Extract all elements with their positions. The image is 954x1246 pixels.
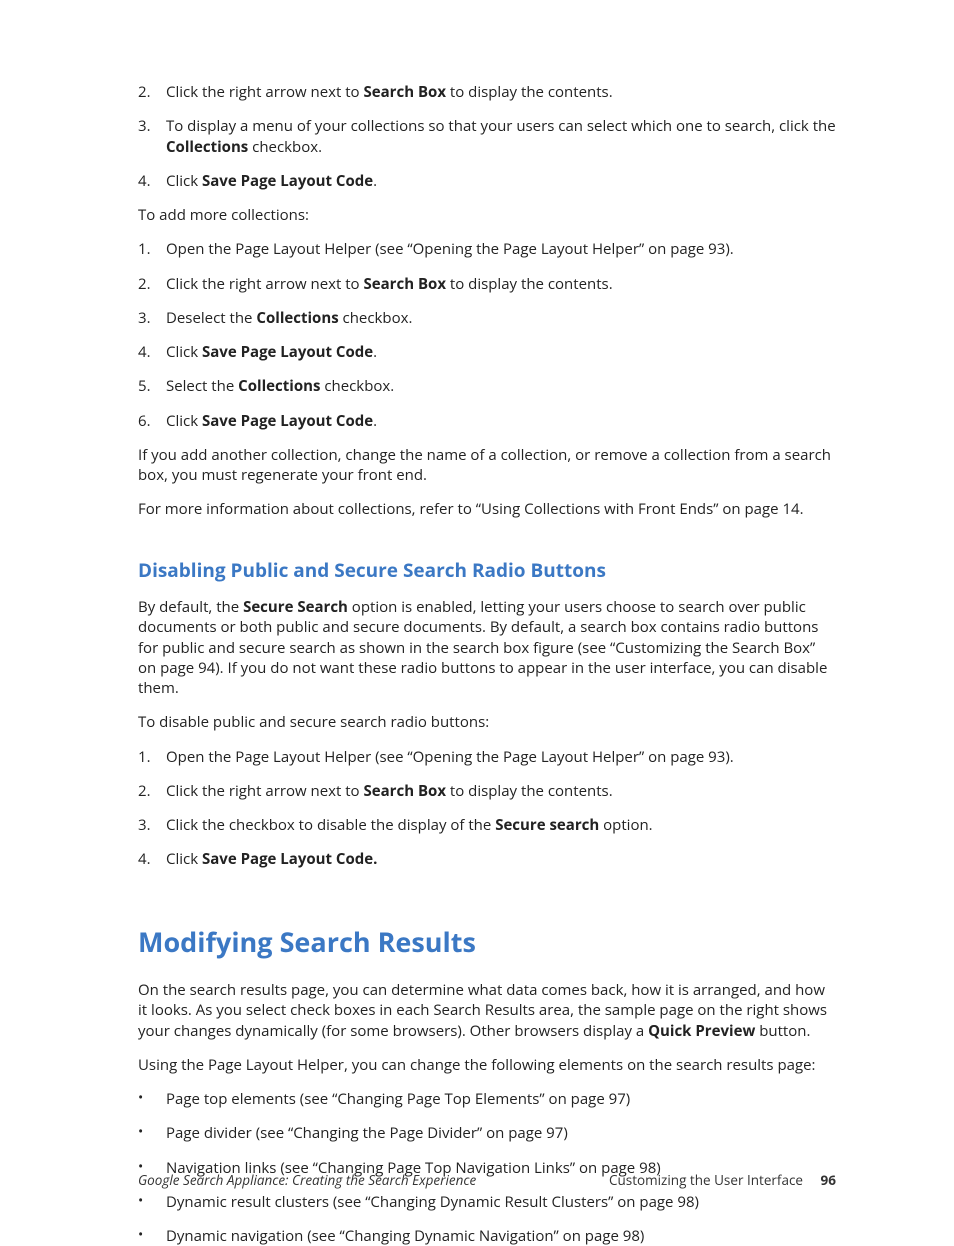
list-item: • Page divider (see “Changing the Page D… bbox=[138, 1123, 836, 1143]
list-item: 2. Click the right arrow next to Search … bbox=[138, 274, 836, 294]
list-number: 2. bbox=[138, 781, 166, 801]
paragraph: Using the Page Layout Helper, you can ch… bbox=[138, 1055, 836, 1075]
list-text: Click the right arrow next to Search Box… bbox=[166, 274, 836, 294]
list-item: 4. Click Save Page Layout Code. bbox=[138, 849, 836, 869]
paragraph: If you add another collection, change th… bbox=[138, 445, 836, 486]
list-item: 5. Select the Collections checkbox. bbox=[138, 376, 836, 396]
list-item: 3. Click the checkbox to disable the dis… bbox=[138, 815, 836, 835]
page-footer: Google Search Appliance: Creating the Se… bbox=[138, 1171, 836, 1189]
list-text: Select the Collections checkbox. bbox=[166, 376, 836, 396]
footer-doc-title: Google Search Appliance: Creating the Se… bbox=[138, 1171, 476, 1189]
list-text: Deselect the Collections checkbox. bbox=[166, 308, 836, 328]
list-text: Page top elements (see “Changing Page To… bbox=[166, 1089, 836, 1109]
list-text: Click the checkbox to disable the displa… bbox=[166, 815, 836, 835]
list-text: Page divider (see “Changing the Page Div… bbox=[166, 1123, 836, 1143]
paragraph: To disable public and secure search radi… bbox=[138, 712, 836, 732]
bullet-icon: • bbox=[138, 1089, 166, 1109]
list-number: 3. bbox=[138, 815, 166, 835]
list-item: 6. Click Save Page Layout Code. bbox=[138, 411, 836, 431]
list-text: Click Save Page Layout Code. bbox=[166, 342, 836, 362]
paragraph: For more information about collections, … bbox=[138, 499, 836, 519]
heading-modifying-search-results: Modifying Search Results bbox=[138, 924, 836, 960]
list-text: Dynamic navigation (see “Changing Dynami… bbox=[166, 1226, 836, 1246]
list-text: Click Save Page Layout Code. bbox=[166, 849, 836, 869]
list-text: Click Save Page Layout Code. bbox=[166, 411, 836, 431]
list-item: 2. Click the right arrow next to Search … bbox=[138, 82, 836, 102]
list-text: Click the right arrow next to Search Box… bbox=[166, 82, 836, 102]
page-number: 96 bbox=[821, 1171, 836, 1189]
list-item: 4. Click Save Page Layout Code. bbox=[138, 171, 836, 191]
list-number: 4. bbox=[138, 342, 166, 362]
list-number: 1. bbox=[138, 747, 166, 767]
footer-section: Customizing the User Interface 96 bbox=[609, 1171, 836, 1189]
list-number: 2. bbox=[138, 274, 166, 294]
list-number: 2. bbox=[138, 82, 166, 102]
list-number: 4. bbox=[138, 849, 166, 869]
heading-disabling-radio-buttons: Disabling Public and Secure Search Radio… bbox=[138, 558, 836, 584]
bullet-icon: • bbox=[138, 1123, 166, 1143]
list-number: 1. bbox=[138, 239, 166, 259]
list-number: 4. bbox=[138, 171, 166, 191]
list-text: Click Save Page Layout Code. bbox=[166, 171, 836, 191]
list-text: Open the Page Layout Helper (see “Openin… bbox=[166, 239, 836, 259]
document-page: 2. Click the right arrow next to Search … bbox=[0, 0, 954, 1235]
list-item: • Dynamic result clusters (see “Changing… bbox=[138, 1192, 836, 1212]
list-number: 3. bbox=[138, 308, 166, 328]
list-text: Click the right arrow next to Search Box… bbox=[166, 781, 836, 801]
list-item: 3. Deselect the Collections checkbox. bbox=[138, 308, 836, 328]
list-number: 6. bbox=[138, 411, 166, 431]
list-text: Dynamic result clusters (see “Changing D… bbox=[166, 1192, 836, 1212]
list-item: • Page top elements (see “Changing Page … bbox=[138, 1089, 836, 1109]
list-item: 3. To display a menu of your collections… bbox=[138, 116, 836, 157]
ordered-list-2: 1. Open the Page Layout Helper (see “Ope… bbox=[138, 239, 836, 431]
list-item: 1. Open the Page Layout Helper (see “Ope… bbox=[138, 747, 836, 767]
list-item: 4. Click Save Page Layout Code. bbox=[138, 342, 836, 362]
list-number: 3. bbox=[138, 116, 166, 157]
paragraph: On the search results page, you can dete… bbox=[138, 980, 836, 1041]
list-number: 5. bbox=[138, 376, 166, 396]
footer-section-label: Customizing the User Interface bbox=[609, 1171, 803, 1189]
list-item: • Dynamic navigation (see “Changing Dyna… bbox=[138, 1226, 836, 1246]
ordered-list-1: 2. Click the right arrow next to Search … bbox=[138, 82, 836, 191]
ordered-list-3: 1. Open the Page Layout Helper (see “Ope… bbox=[138, 747, 836, 870]
list-item: 1. Open the Page Layout Helper (see “Ope… bbox=[138, 239, 836, 259]
paragraph: To add more collections: bbox=[138, 205, 836, 225]
bullet-icon: • bbox=[138, 1192, 166, 1212]
bullet-icon: • bbox=[138, 1226, 166, 1246]
paragraph: By default, the Secure Search option is … bbox=[138, 597, 836, 698]
page-content: 2. Click the right arrow next to Search … bbox=[138, 82, 836, 1246]
list-item: 2. Click the right arrow next to Search … bbox=[138, 781, 836, 801]
list-text: Open the Page Layout Helper (see “Openin… bbox=[166, 747, 836, 767]
bullet-list: • Page top elements (see “Changing Page … bbox=[138, 1089, 836, 1246]
list-text: To display a menu of your collections so… bbox=[166, 116, 836, 157]
